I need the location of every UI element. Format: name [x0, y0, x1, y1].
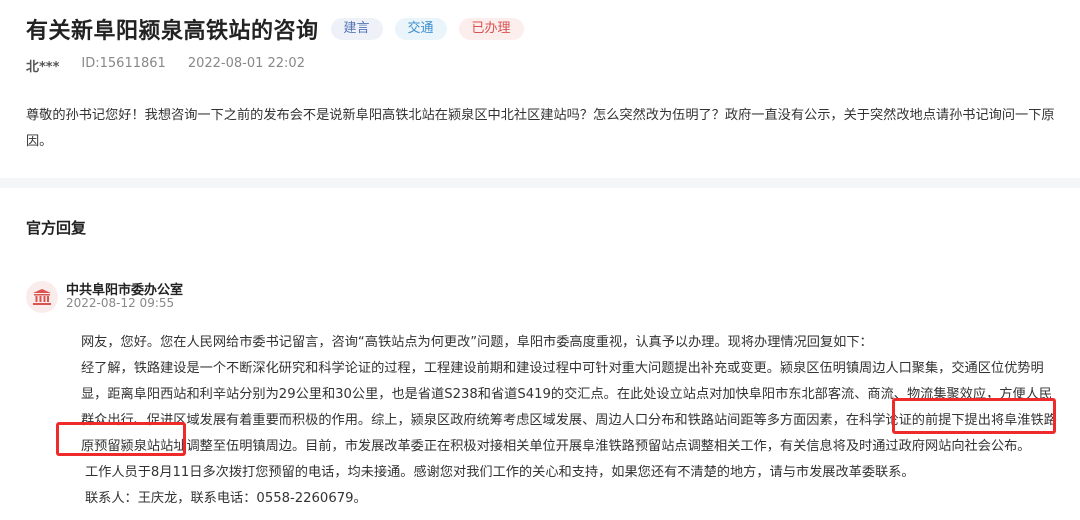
reply-paragraph-1: 网友，您好。您在人民网给市委书记留言，咨询“高铁站点为何更改”问题，阜阳市委高度…: [81, 335, 873, 350]
reply-paragraph-2-text-end: 。目前，市发展改革委正在积极对接相关单位开展阜淮铁路预留站点调整相关工作，有关信…: [292, 439, 1031, 454]
question-id: ID:15611861: [81, 56, 166, 71]
reply-contact: 联系人：王庆龙，联系电话：0558-2260679。: [85, 491, 367, 506]
reply-paragraph-3: 工作人员于8月11日多次拨打您预留的电话，均未接通。感谢您对我们工作的关心和支持…: [85, 465, 915, 480]
reply-paragraph-2: 经了解，铁路建设是一个不断深化研究和科学论证的过程，工程建设前期和建设过程中可针…: [57, 356, 1057, 460]
tag-traffic[interactable]: 交通: [394, 18, 447, 40]
question-meta: 北*** ID:15611861 2022-08-01 22:02: [26, 56, 305, 75]
question-body: 尊敬的孙书记您好！我想咨询一下之前的发布会不是说新阜阳高铁北站在颍泉区中北社区建…: [26, 108, 1055, 149]
reply-paragraph-2-text: 经了解，铁路建设是一个不断深化研究和科学论证的过程，工程建设前期和建设过程中可针…: [81, 361, 1053, 428]
tag-suggestion[interactable]: 建言: [330, 18, 383, 40]
question-user: 北***: [26, 60, 60, 75]
question-title: 有关新阜阳颍泉高铁站的咨询: [26, 19, 319, 44]
reply-section-title: 官方回复: [26, 219, 87, 237]
question-card: 有关新阜阳颍泉高铁站的咨询 建言 交通 已办理 北*** ID:15611861…: [0, 0, 1080, 178]
status-badge: 已办理: [458, 18, 524, 40]
reply-time: 2022-08-12 09:55: [66, 296, 175, 310]
government-building-icon: [26, 281, 58, 313]
question-time: 2022-08-01 22:02: [187, 56, 305, 71]
title-row: 有关新阜阳颍泉高铁站的咨询 建言 交通 已办理: [26, 14, 524, 44]
reply-body: 网友，您好。您在人民网给市委书记留言，咨询“高铁站点为何更改”问题，阜阳市委高度…: [57, 330, 1057, 512]
